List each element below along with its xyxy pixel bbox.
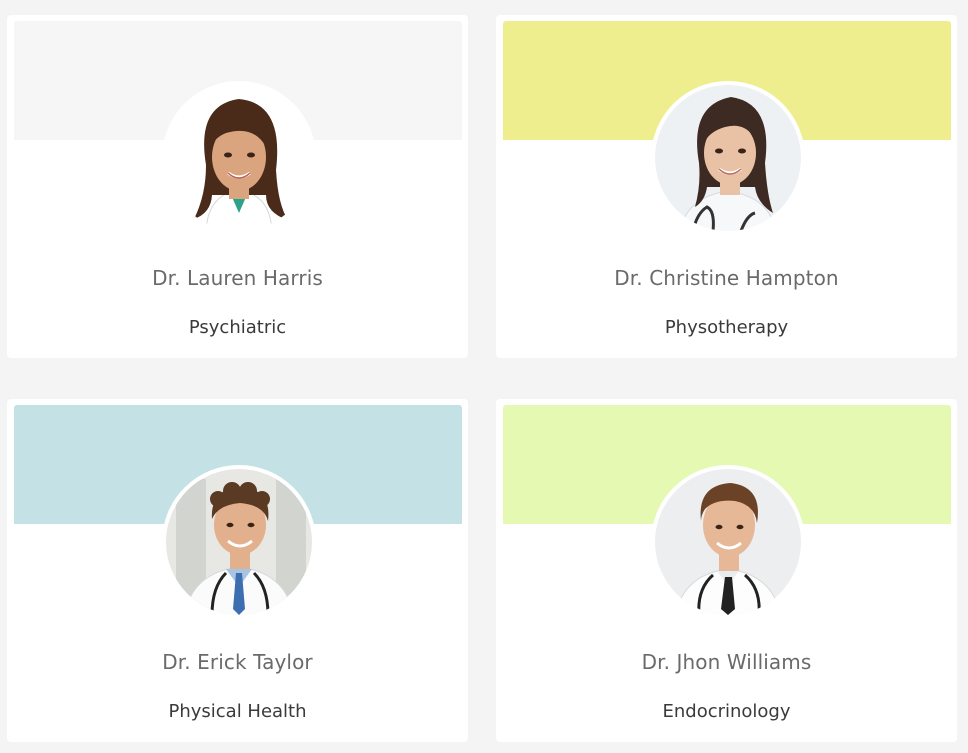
female-doctor-portrait-icon bbox=[166, 85, 312, 231]
female-doctor-stethoscope-portrait-icon bbox=[655, 85, 801, 231]
doctor-name: Dr. Erick Taylor bbox=[162, 650, 313, 674]
doctor-specialty: Psychiatric bbox=[188, 317, 287, 338]
doctor-avatar[interactable] bbox=[162, 465, 316, 619]
doctor-specialty: Endocrinology bbox=[662, 701, 791, 722]
doctor-specialty: Physical Health bbox=[168, 701, 307, 722]
male-doctor-curly-hair-portrait-icon bbox=[166, 469, 312, 615]
doctor-avatar[interactable] bbox=[162, 81, 316, 235]
doctor-avatar[interactable] bbox=[651, 465, 805, 619]
doctor-card-jhon-williams[interactable]: Dr. Jhon Williams Endocrinology bbox=[496, 399, 957, 742]
doctor-avatar[interactable] bbox=[651, 81, 805, 235]
doctor-name: Dr. Christine Hampton bbox=[614, 266, 839, 290]
doctor-card-lauren-harris[interactable]: Dr. Lauren Harris Psychiatric bbox=[7, 15, 468, 358]
doctor-card-erick-taylor[interactable]: Dr. Erick Taylor Physical Health bbox=[7, 399, 468, 742]
male-doctor-stethoscope-portrait-icon bbox=[655, 469, 801, 615]
doctor-name: Dr. Lauren Harris bbox=[152, 266, 323, 290]
doctor-card-christine-hampton[interactable]: Dr. Christine Hampton Physotherapy bbox=[496, 15, 957, 358]
doctor-specialty: Physotherapy bbox=[664, 317, 789, 338]
doctor-name: Dr. Jhon Williams bbox=[641, 650, 812, 674]
